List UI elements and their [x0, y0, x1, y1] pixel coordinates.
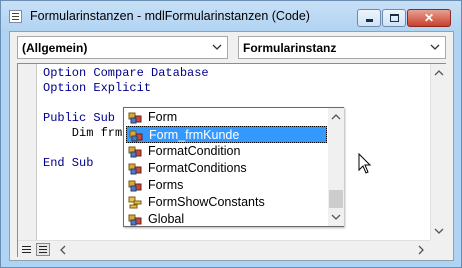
- enum-icon: [128, 196, 142, 209]
- scrollbar-thumb[interactable]: [329, 190, 343, 208]
- close-icon: ✕: [423, 11, 435, 25]
- procedure-combobox-value: Formularinstanz: [243, 41, 337, 55]
- class-icon: [128, 180, 142, 192]
- minimize-icon: [366, 19, 373, 22]
- list-item[interactable]: Global: [126, 211, 327, 228]
- procedure-view-button[interactable]: [20, 243, 34, 256]
- scroll-down-arrow-icon[interactable]: [434, 226, 444, 236]
- code-line[interactable]: Option Compare Database: [43, 66, 245, 81]
- chevron-down-icon[interactable]: [429, 41, 441, 53]
- class-icon: [128, 146, 142, 158]
- scroll-up-arrow-icon[interactable]: [434, 68, 444, 78]
- minimize-button[interactable]: [357, 9, 381, 27]
- window-title: Formularinstanzen - mdlFormularinstanzen…: [30, 9, 310, 23]
- intellisense-list[interactable]: Form Form_frmKunde FormatCondition Forma…: [123, 107, 344, 227]
- class-icon: [128, 163, 142, 175]
- object-combobox[interactable]: (Allgemein): [17, 36, 228, 59]
- list-item[interactable]: Form: [126, 109, 327, 126]
- list-item-label: Forms: [148, 178, 184, 192]
- class-icon: [128, 214, 142, 226]
- full-module-view-button[interactable]: [36, 243, 50, 256]
- scroll-up-arrow-icon[interactable]: [331, 112, 341, 122]
- list-item-label: FormatCondition: [148, 144, 241, 158]
- list-item-label: FormShowConstants: [148, 195, 265, 209]
- scroll-left-arrow-icon[interactable]: [58, 245, 68, 255]
- vbe-code-window: Formularinstanzen - mdlFormularinstanzen…: [0, 0, 462, 268]
- chevron-down-icon[interactable]: [211, 41, 223, 53]
- class-icon: [128, 112, 142, 124]
- title-bar[interactable]: Formularinstanzen - mdlFormularinstanzen…: [1, 1, 461, 31]
- class-icon: [129, 130, 143, 142]
- close-button[interactable]: ✕: [407, 9, 451, 27]
- list-item[interactable]: FormatConditions: [126, 160, 327, 177]
- list-item-label: FormatConditions: [148, 161, 247, 175]
- maximize-icon: [390, 14, 399, 22]
- horizontal-scrollbar[interactable]: [18, 240, 430, 257]
- maximize-button[interactable]: [382, 9, 406, 27]
- scroll-down-arrow-icon[interactable]: [331, 212, 341, 222]
- procedure-combobox[interactable]: Formularinstanz: [238, 36, 446, 59]
- list-item-label: Form_frmKunde: [149, 128, 240, 142]
- list-item[interactable]: Forms: [126, 177, 327, 194]
- list-item[interactable]: FormShowConstants: [126, 194, 327, 211]
- vertical-scrollbar[interactable]: [430, 64, 446, 240]
- scrollbar-corner: [430, 240, 446, 257]
- list-item-label: Form: [148, 110, 178, 124]
- margin-indicator-bar[interactable]: [18, 64, 37, 240]
- mouse-pointer-icon: [358, 153, 372, 174]
- list-item-label: Global: [148, 212, 185, 226]
- scroll-right-arrow-icon[interactable]: [416, 245, 426, 255]
- code-line[interactable]: Option Explicit: [43, 81, 245, 96]
- intellisense-scrollbar[interactable]: [328, 108, 344, 226]
- list-item[interactable]: FormatCondition: [126, 143, 327, 160]
- module-icon: [9, 10, 22, 23]
- list-item-selected[interactable]: Form_frmKunde: [126, 126, 327, 143]
- object-combobox-value: (Allgemein): [22, 41, 88, 55]
